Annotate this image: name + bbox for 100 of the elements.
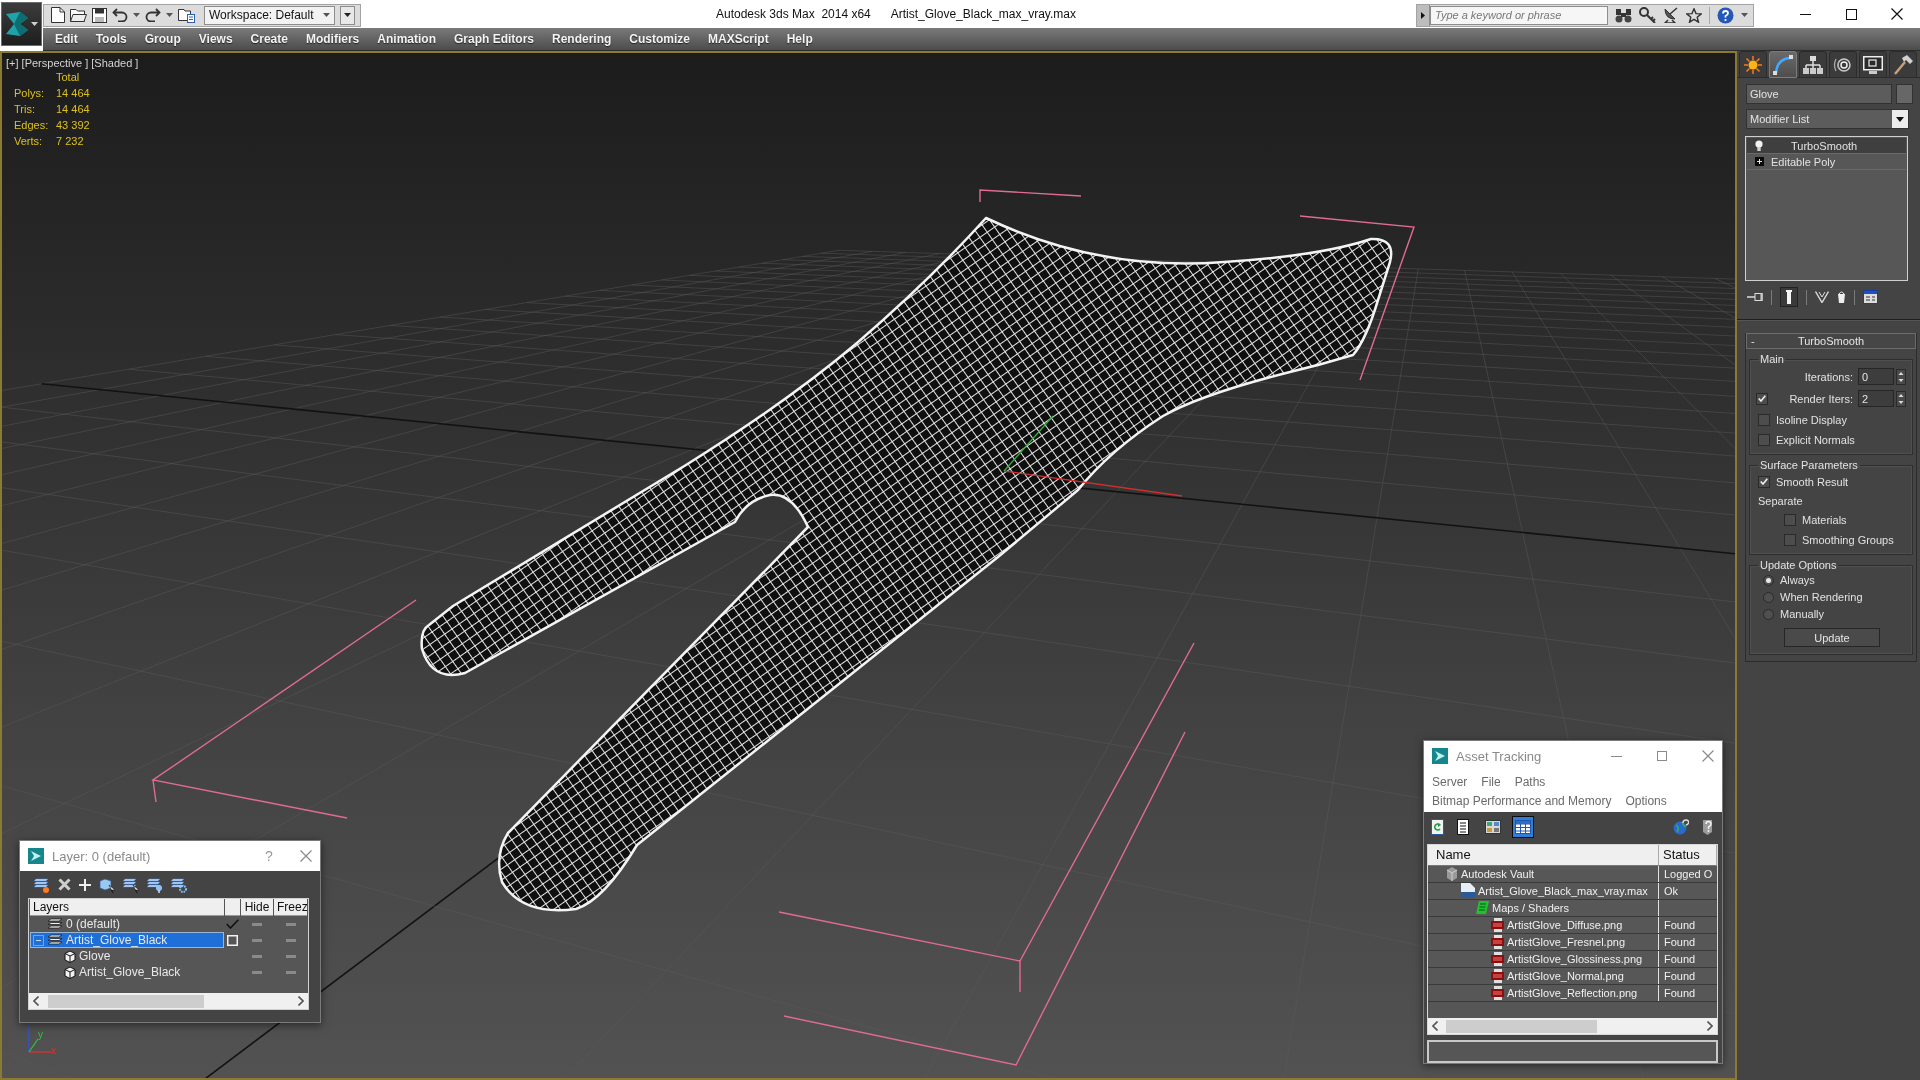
stack-item[interactable]: TurboSmooth — [1747, 138, 1906, 154]
spinner-arrows-icon[interactable] — [1896, 368, 1906, 385]
layer-name-cell[interactable]: 0 (default) — [30, 916, 224, 932]
layers-dot-icon[interactable] — [34, 876, 50, 893]
menu-item[interactable]: Views — [189, 32, 242, 46]
spinner-field[interactable]: 2 — [1858, 390, 1894, 407]
maximize-icon[interactable] — [1845, 8, 1857, 20]
menu-item[interactable]: Modifiers — [296, 32, 369, 46]
chevron-right-icon[interactable] — [298, 996, 304, 1006]
menu-item[interactable]: Options — [1625, 793, 1667, 808]
undo-icon[interactable] — [112, 8, 128, 22]
caret-icon[interactable] — [1741, 13, 1748, 17]
layers-gear-icon[interactable] — [171, 876, 187, 893]
project-folder-icon[interactable] — [178, 7, 195, 23]
radio-button[interactable] — [1763, 591, 1774, 603]
column-header[interactable]: Layers — [30, 899, 224, 916]
command-tab[interactable] — [1769, 51, 1797, 78]
horizontal-scrollbar[interactable] — [1428, 1018, 1717, 1035]
menu-item[interactable]: File — [1481, 774, 1501, 789]
column-header[interactable]: Name — [1428, 844, 1659, 866]
layers-cursor-icon[interactable] — [123, 876, 139, 893]
checkbox[interactable] — [1756, 392, 1768, 405]
menu-item[interactable]: Paths — [1514, 774, 1546, 789]
column-header[interactable]: Freez — [274, 899, 307, 916]
column-header[interactable]: Hide — [241, 899, 273, 916]
plus-icon[interactable] — [79, 878, 91, 891]
checkbox[interactable] — [1758, 475, 1770, 488]
close-icon[interactable] — [1891, 8, 1903, 20]
column-header[interactable]: Status — [1659, 844, 1717, 866]
checkbox[interactable] — [1784, 513, 1796, 526]
refresh-icon[interactable] — [1431, 819, 1444, 836]
selected-glove-drawing[interactable] — [420, 215, 1415, 1066]
spinner-field[interactable]: 0 — [1858, 368, 1894, 385]
menu-item[interactable]: Customize — [620, 32, 699, 46]
open-folder-icon[interactable] — [70, 8, 87, 22]
toolbar-menu-button[interactable] — [340, 5, 355, 25]
swatch-icon[interactable] — [1896, 84, 1913, 104]
bucket-icon[interactable] — [1837, 291, 1846, 303]
scrollbar-thumb[interactable] — [1446, 1019, 1597, 1033]
horizontal-scrollbar[interactable] — [29, 993, 308, 1009]
layer-name-cell[interactable]: Artist_Glove_Black — [30, 932, 224, 948]
menu-item[interactable]: Rendering — [543, 32, 621, 46]
view-mode-button[interactable] — [1512, 816, 1534, 839]
redo-icon[interactable] — [145, 8, 161, 22]
update-button[interactable]: Update — [1784, 628, 1880, 647]
cube-cursor-icon[interactable] — [99, 876, 115, 893]
command-tab[interactable] — [1829, 51, 1857, 78]
menu-item[interactable]: Create — [241, 32, 297, 46]
caret-icon[interactable] — [133, 13, 140, 17]
modifier-list-dropdown[interactable]: Modifier List — [1746, 109, 1909, 129]
checkbox[interactable] — [1758, 413, 1770, 426]
globe-question-icon[interactable] — [1673, 819, 1689, 836]
new-file-icon[interactable] — [51, 7, 65, 23]
scrollbar-thumb[interactable] — [48, 994, 204, 1008]
save-icon[interactable] — [92, 7, 107, 23]
object-name-field[interactable]: Glove — [1746, 84, 1892, 104]
menu-item[interactable]: Bitmap Performance and Memory — [1432, 793, 1612, 808]
command-tab[interactable] — [1799, 51, 1827, 78]
viewport-label[interactable]: [+] [Perspective ] [Shaded ] — [6, 57, 139, 69]
chevron-right-icon[interactable] — [1707, 1021, 1713, 1032]
menu-item[interactable]: Graph Editors — [444, 32, 543, 46]
key-icon[interactable] — [1639, 7, 1656, 23]
workspace-dropdown[interactable]: Workspace: Default — [204, 5, 335, 25]
funnel-icon[interactable] — [1815, 291, 1829, 303]
command-tab[interactable] — [1889, 51, 1917, 78]
help-icon[interactable] — [1717, 6, 1734, 24]
star-icon[interactable] — [1686, 7, 1702, 23]
menu-item[interactable]: Animation — [368, 32, 445, 46]
command-tab[interactable] — [1859, 51, 1887, 78]
layer-name-cell[interactable]: Artist_Glove_Black — [30, 964, 224, 980]
command-tab[interactable] — [1739, 51, 1767, 78]
checkbox[interactable] — [1784, 533, 1796, 546]
radio-button[interactable] — [1763, 574, 1774, 586]
menu-item[interactable]: Server — [1432, 774, 1468, 789]
stack-item[interactable]: Editable Poly — [1747, 154, 1906, 170]
cross-icon[interactable] — [58, 878, 71, 891]
menu-item[interactable]: Tools — [86, 32, 136, 46]
spinner-arrows-icon[interactable] — [1896, 390, 1906, 407]
configure-icon[interactable] — [1863, 290, 1878, 304]
caret-icon[interactable] — [166, 13, 173, 17]
checkbox[interactable] — [1758, 433, 1770, 446]
menu-item[interactable]: Edit — [46, 32, 87, 46]
chevron-left-icon[interactable] — [33, 996, 39, 1006]
show-end-result-button[interactable] — [1780, 287, 1798, 307]
empty-box-icon[interactable] — [227, 934, 238, 946]
minimize-icon[interactable] — [1799, 13, 1811, 15]
expand-button[interactable] — [1417, 4, 1430, 26]
radio-button[interactable] — [1763, 608, 1774, 620]
menu-item[interactable]: Help — [777, 32, 822, 46]
layers-pin-icon[interactable] — [147, 876, 163, 893]
search-field[interactable]: Type a keyword or phrase — [1430, 5, 1608, 25]
minus-box-icon[interactable] — [33, 934, 44, 946]
menu-item[interactable]: MAXScript — [699, 32, 778, 46]
rollout-header[interactable]: - TurboSmooth — [1746, 333, 1916, 349]
binoculars-icon[interactable] — [1615, 7, 1632, 23]
menu-item[interactable]: Group — [135, 32, 190, 46]
application-button[interactable] — [1, 2, 42, 46]
layer-name-cell[interactable]: Glove — [30, 948, 224, 964]
satellite-dish-icon[interactable] — [1663, 7, 1679, 23]
chevron-left-icon[interactable] — [1432, 1021, 1438, 1032]
